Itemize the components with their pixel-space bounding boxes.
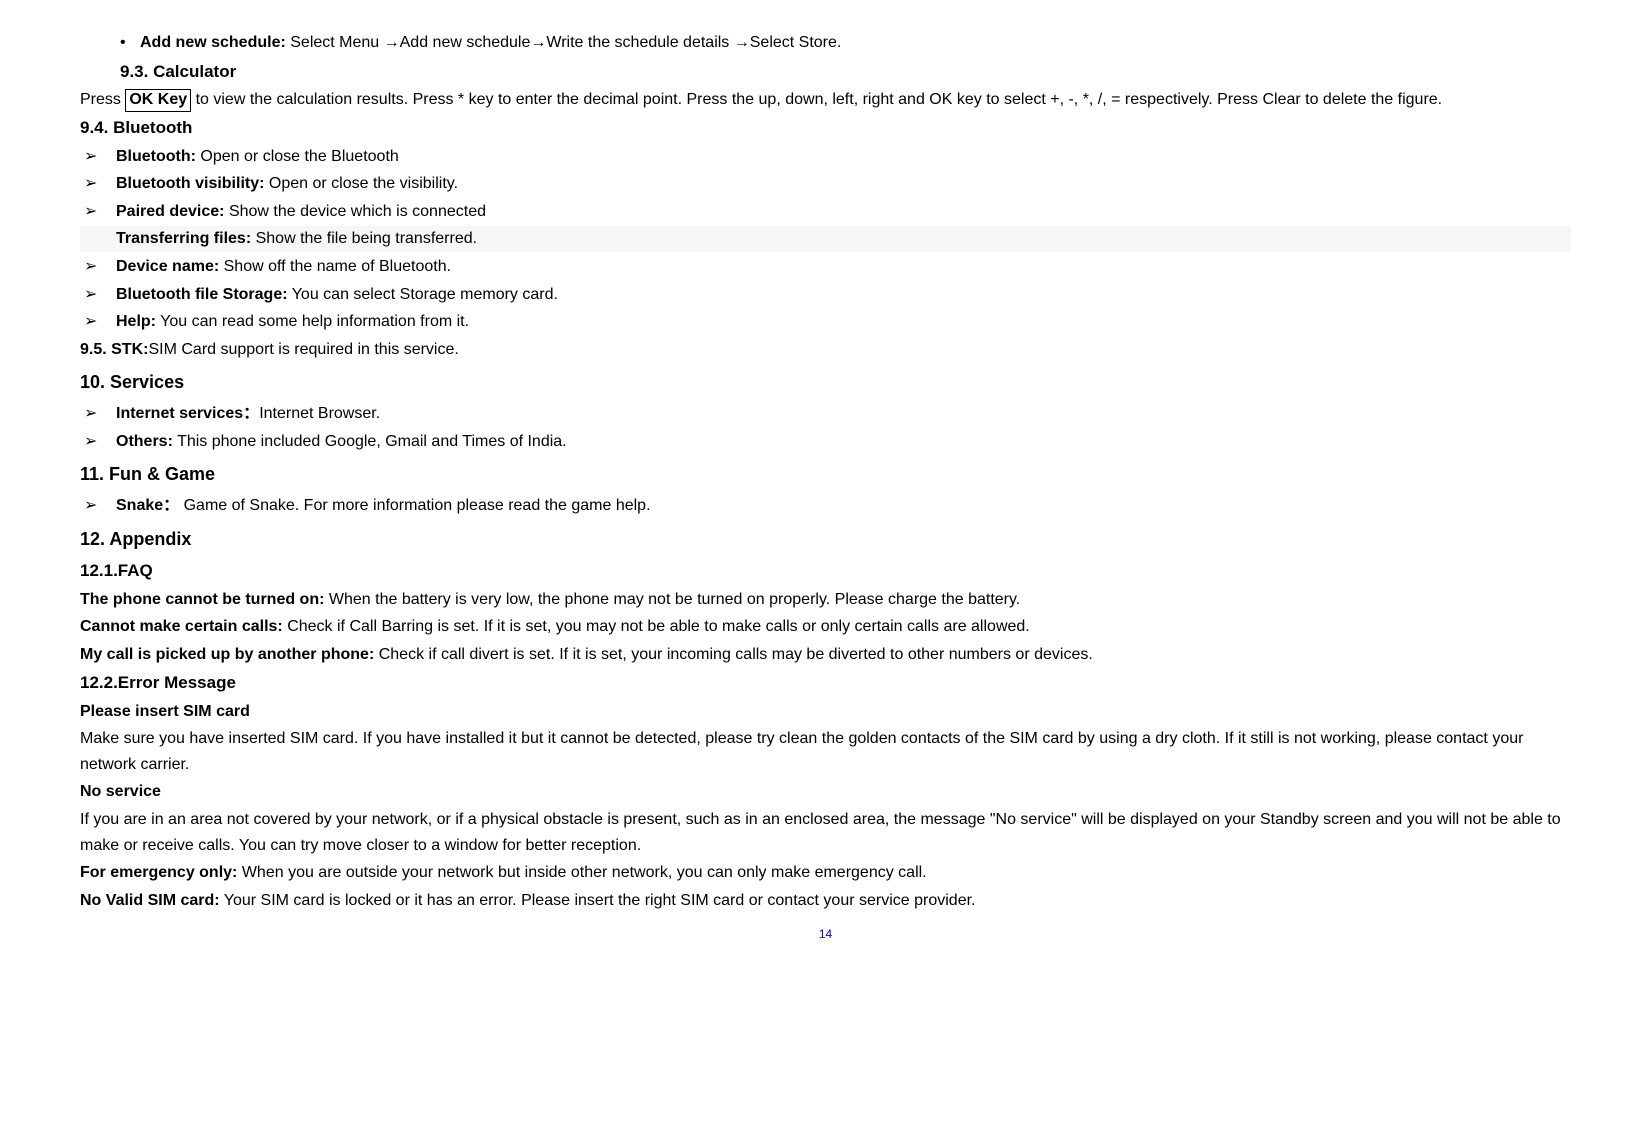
text: You can read some help information from …	[156, 313, 469, 330]
error-text-sim: Make sure you have inserted SIM card. If…	[80, 726, 1571, 777]
text: When the battery is very low, the phone …	[324, 591, 1020, 608]
ok-key-box: OK Key	[125, 89, 191, 112]
heading-12-1: 12.1.FAQ	[80, 557, 1571, 584]
text: Open or close the Bluetooth	[196, 148, 399, 165]
faq-item: Cannot make certain calls: Check if Call…	[80, 614, 1571, 640]
label: Bluetooth:	[116, 148, 196, 165]
list-item: ➢ Bluetooth visibility: Open or close th…	[80, 171, 1571, 197]
label: Add new schedule:	[140, 34, 286, 51]
error-invalid-sim: No Valid SIM card: Your SIM card is lock…	[80, 888, 1571, 914]
bullet-text: Others: This phone included Google, Gmai…	[116, 429, 1571, 455]
text: Game of Snake. For more information plea…	[179, 497, 650, 514]
text: When you are outside your network but in…	[237, 864, 926, 881]
label: 9.5. STK:	[80, 341, 148, 358]
label: Others:	[116, 433, 173, 450]
label: My call is picked up by another phone:	[80, 646, 374, 663]
heading-9-5: 9.5. STK:SIM Card support is required in…	[80, 337, 1571, 363]
bullet-text: Bluetooth file Storage: You can select S…	[116, 282, 1571, 308]
bullet-text: Bluetooth: Open or close the Bluetooth	[116, 144, 1571, 170]
label: For emergency only:	[80, 864, 237, 881]
text: This phone included Google, Gmail and Ti…	[173, 433, 567, 450]
text-pre: Press	[80, 91, 125, 108]
text-post: to view the calculation results. Press *…	[191, 91, 1442, 108]
bullet-add-new-schedule: • Add new schedule: Select Menu →Add new…	[80, 30, 1571, 56]
page-number: 14	[80, 925, 1571, 944]
text: Select Menu →Add new schedule→Write the …	[286, 34, 842, 51]
list-item: ➢ Bluetooth file Storage: You can select…	[80, 282, 1571, 308]
chevron-right-icon: ➢	[80, 309, 116, 335]
list-item: ➢ Internet services：Internet Browser.	[80, 401, 1571, 427]
text: Your SIM card is locked or it has an err…	[220, 892, 976, 909]
bullet-text: Add new schedule: Select Menu →Add new s…	[140, 30, 1571, 56]
error-heading-sim: Please insert SIM card	[80, 699, 1571, 725]
chevron-right-icon: ➢	[80, 493, 116, 519]
text: You can select Storage memory card.	[288, 286, 558, 303]
faq-item: The phone cannot be turned on: When the …	[80, 587, 1571, 613]
list-item: ➢ Help: You can read some help informati…	[80, 309, 1571, 335]
chevron-right-icon: ➢	[80, 401, 116, 427]
error-text-noservice: If you are in an area not covered by you…	[80, 807, 1571, 858]
label: Internet services：	[116, 405, 259, 422]
bullet-text: Snake： Game of Snake. For more informati…	[116, 493, 1571, 519]
chevron-right-icon: ➢	[80, 429, 116, 455]
label: Transferring files:	[116, 230, 251, 247]
heading-9-4: 9.4. Bluetooth	[80, 114, 1571, 141]
text: Open or close the visibility.	[264, 175, 458, 192]
bullet-text: Internet services：Internet Browser.	[116, 401, 1571, 427]
bullet-text: Transferring files: Show the file being …	[116, 226, 1571, 252]
label: Snake：	[116, 497, 179, 514]
label: No Valid SIM card:	[80, 892, 220, 909]
label: Cannot make certain calls:	[80, 618, 283, 635]
heading-9-3: 9.3. Calculator	[80, 58, 1571, 85]
calculator-paragraph: Press OK Key to view the calculation res…	[80, 87, 1571, 113]
list-item: ➢ Snake： Game of Snake. For more informa…	[80, 493, 1571, 519]
bullet-dot-icon: •	[80, 30, 140, 56]
chevron-right-icon: ➢	[80, 144, 116, 170]
text: Check if Call Barring is set. If it is s…	[283, 618, 1030, 635]
text: Show the device which is connected	[225, 203, 486, 220]
label: Device name:	[116, 258, 219, 275]
chevron-right-icon: ➢	[80, 171, 116, 197]
text: Check if call divert is set. If it is se…	[374, 646, 1093, 663]
error-heading-noservice: No service	[80, 779, 1571, 805]
chevron-right-icon: ➢	[80, 199, 116, 225]
list-item: ➢ Device name: Show off the name of Blue…	[80, 254, 1571, 280]
text: Internet Browser.	[259, 405, 380, 422]
label: Bluetooth file Storage:	[116, 286, 288, 303]
heading-12-2: 12.2.Error Message	[80, 669, 1571, 696]
bullet-text: Help: You can read some help information…	[116, 309, 1571, 335]
error-emergency: For emergency only: When you are outside…	[80, 860, 1571, 886]
faq-item: My call is picked up by another phone: C…	[80, 642, 1571, 668]
text: Show off the name of Bluetooth.	[219, 258, 451, 275]
bullet-text: Bluetooth visibility: Open or close the …	[116, 171, 1571, 197]
bullet-text: Paired device: Show the device which is …	[116, 199, 1571, 225]
heading-10: 10. Services	[80, 368, 1571, 397]
text: SIM Card support is required in this ser…	[148, 341, 458, 358]
bullet-text: Device name: Show off the name of Blueto…	[116, 254, 1571, 280]
chevron-right-icon: ➢	[80, 254, 116, 280]
list-item-transfer: Transferring files: Show the file being …	[80, 226, 1571, 252]
heading-11: 11. Fun & Game	[80, 460, 1571, 489]
label: Help:	[116, 313, 156, 330]
list-item: ➢ Others: This phone included Google, Gm…	[80, 429, 1571, 455]
text: Show the file being transferred.	[251, 230, 477, 247]
list-item: ➢ Paired device: Show the device which i…	[80, 199, 1571, 225]
chevron-right-icon: ➢	[80, 282, 116, 308]
label: Paired device:	[116, 203, 225, 220]
heading-12: 12. Appendix	[80, 525, 1571, 554]
label: Bluetooth visibility:	[116, 175, 264, 192]
label: The phone cannot be turned on:	[80, 591, 324, 608]
list-item: ➢ Bluetooth: Open or close the Bluetooth	[80, 144, 1571, 170]
